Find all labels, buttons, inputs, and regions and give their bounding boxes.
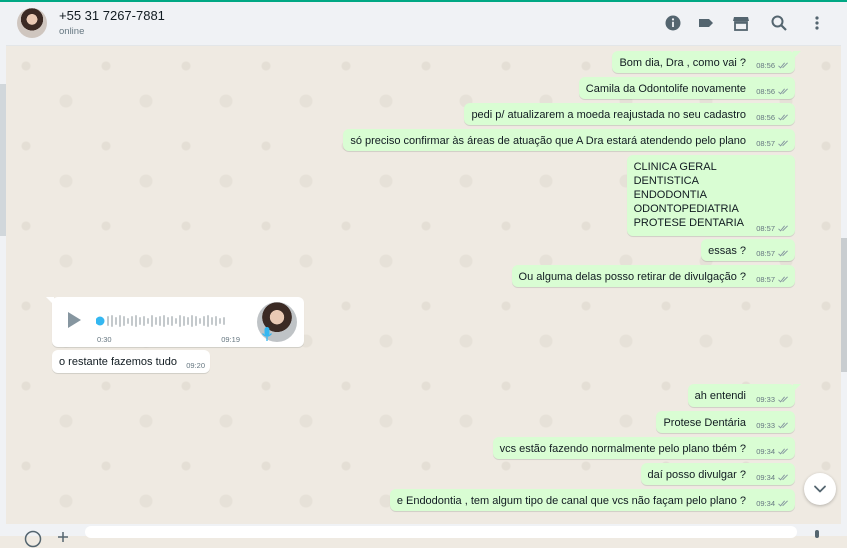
specialty-list: CLINICA GERAL DENTISTICA ENDODONTIA ODON… [634, 160, 788, 230]
read-ticks-icon [778, 62, 788, 69]
message-composer[interactable] [6, 524, 841, 548]
message-input[interactable] [85, 526, 797, 538]
emoji-icon[interactable] [24, 530, 42, 548]
read-ticks-icon [778, 422, 788, 429]
bubble-tail [793, 51, 801, 59]
message-bubble[interactable]: pedi p/ atualizarem a moeda reajustada n… [464, 103, 795, 125]
message-time: 09:20 [186, 361, 206, 370]
list-line: ENDODONTIA [633, 189, 707, 201]
read-ticks-icon [778, 276, 788, 283]
message-text: Ou alguma delas posso retirar de divulga… [518, 271, 746, 283]
contact-name[interactable]: +55 31 7267-7881 [59, 8, 165, 23]
message-meta: 09:33 [756, 395, 790, 404]
chevron-down-icon [814, 485, 826, 493]
message-meta: 09:34 [756, 473, 790, 482]
message-bubble-list[interactable]: CLINICA GERAL DENTISTICA ENDODONTIA ODON… [626, 155, 795, 236]
search-icon[interactable] [770, 14, 788, 32]
message-time: 09:34 [756, 447, 775, 456]
message-meta: 08:57 [756, 224, 790, 233]
message-bubble[interactable]: Ou alguma delas posso retirar de divulga… [511, 265, 795, 287]
read-ticks-icon [778, 88, 788, 95]
read-ticks-icon [778, 114, 788, 121]
message-bubble[interactable]: ah entendi 09:33 [687, 384, 801, 407]
message-meta: 09:20 [186, 361, 205, 370]
message-meta: 08:57 [756, 275, 790, 284]
message-meta: 09:33 [756, 421, 790, 430]
chat-scrollbar-thumb[interactable] [841, 238, 847, 372]
contact-status: online [59, 26, 85, 37]
menu-icon[interactable] [808, 14, 826, 32]
message-time: 08:57 [756, 139, 775, 148]
message-bubble[interactable]: só preciso confirmar às áreas de atuação… [343, 129, 795, 151]
microphone-icon [261, 327, 273, 341]
label-icon[interactable] [697, 14, 715, 32]
message-time: 09:33 [756, 421, 775, 430]
message-meta: 08:57 [756, 139, 790, 148]
message-bubble[interactable]: essas ? 08:57 [701, 239, 795, 261]
list-line: ODONTOPEDIATRIA [633, 203, 739, 215]
read-ticks-icon [778, 250, 788, 257]
message-bubble[interactable]: daí posso divulgar ? 09:34 [640, 463, 795, 485]
message-time: 08:56 [756, 87, 775, 96]
message-time: 08:57 [756, 249, 775, 258]
bubble-tail [793, 384, 801, 392]
read-ticks-icon [778, 448, 788, 455]
message-text: pedi p/ atualizarem a moeda reajustada n… [471, 109, 746, 121]
catalog-icon[interactable] [732, 14, 750, 32]
message-bubble[interactable]: Camila da Odontolife novamente 08:56 [578, 77, 795, 99]
message-bubble[interactable]: vcs estão fazendo normalmente pelo plano… [492, 437, 795, 459]
play-icon[interactable] [66, 311, 82, 329]
message-text: só preciso confirmar às áreas de atuação… [350, 135, 746, 147]
message-meta: 09:34 [756, 447, 790, 456]
message-time: 08:57 [756, 224, 775, 233]
message-bubble[interactable]: Bom dia, Dra , como vai ? 08:56 [612, 51, 801, 73]
read-ticks-icon [778, 474, 788, 481]
list-line: CLINICA GERAL [633, 161, 717, 173]
read-ticks-icon [778, 140, 788, 147]
message-bubble[interactable]: o restante fazemos tudo 09:20 [52, 350, 211, 373]
message-time: 08:56 [756, 113, 775, 122]
message-time: 09:33 [756, 395, 775, 404]
bubble-tail [46, 297, 54, 305]
message-meta: 08:56 [756, 87, 790, 96]
voice-duration: 0:30 [97, 335, 112, 344]
message-time: 09:34 [756, 473, 775, 482]
read-ticks-icon [778, 225, 788, 232]
message-text: vcs estão fazendo normalmente pelo plano… [499, 443, 746, 455]
info-icon[interactable] [664, 14, 682, 32]
message-text: e Endodontia , tem algum tipo de canal q… [396, 495, 746, 507]
conversation-panel[interactable]: Bom dia, Dra , como vai ? 08:56 Camila d… [6, 46, 841, 524]
audio-waveform[interactable] [96, 313, 236, 329]
scroll-to-bottom-button[interactable] [804, 473, 836, 505]
read-ticks-icon [778, 396, 788, 403]
message-bubble[interactable]: e Endodontia , tem algum tipo de canal q… [389, 489, 795, 511]
message-time: 09:19 [221, 335, 240, 344]
message-time: 08:57 [756, 275, 775, 284]
microphone-icon[interactable] [812, 530, 822, 540]
chat-header[interactable]: +55 31 7267-7881 online [6, 2, 841, 46]
message-meta: 08:57 [756, 249, 790, 258]
voice-message-bubble[interactable]: 0:30 09:19 [46, 297, 304, 347]
read-ticks-icon [778, 500, 788, 507]
message-time: 09:34 [756, 499, 775, 508]
message-meta: 09:34 [756, 499, 790, 508]
message-meta: 08:56 [756, 61, 790, 70]
attach-icon[interactable] [56, 532, 70, 542]
list-line: PROTESE DENTARIA [633, 217, 744, 229]
message-meta: 08:56 [756, 113, 790, 122]
message-bubble[interactable]: Protese Dentária 09:33 [656, 411, 795, 433]
contact-avatar[interactable] [17, 8, 47, 38]
chat-scrollbar[interactable] [841, 2, 847, 536]
list-line: DENTISTICA [633, 175, 699, 187]
message-time: 08:56 [756, 61, 775, 70]
message-text: o restante fazemos tudo [59, 356, 178, 368]
